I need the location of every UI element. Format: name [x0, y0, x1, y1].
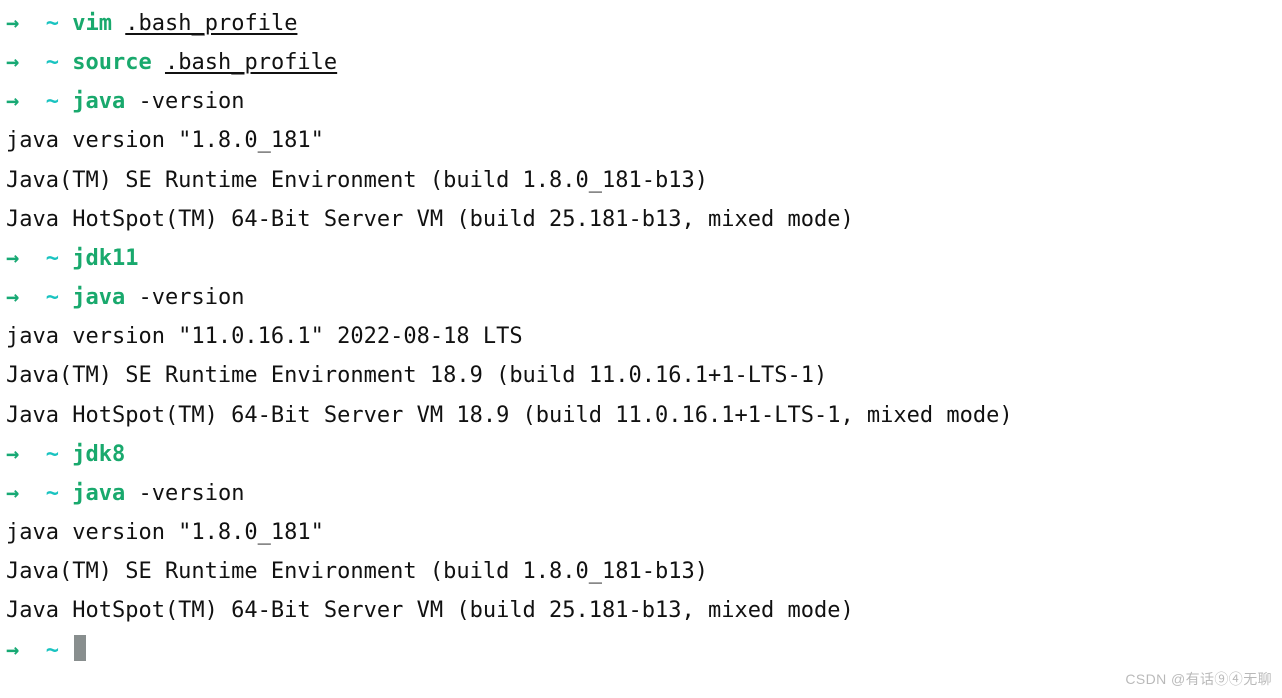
- cursor: [74, 635, 86, 661]
- prompt-line: → ~ java -version: [6, 474, 1276, 513]
- command-arg: .bash_profile: [125, 11, 297, 36]
- command-arg: -version: [138, 481, 244, 506]
- prompt-cwd: ~: [46, 50, 59, 75]
- prompt-line: → ~ java -version: [6, 278, 1276, 317]
- output-text: Java HotSpot(TM) 64-Bit Server VM 18.9 (…: [6, 403, 1013, 428]
- output-text: Java HotSpot(TM) 64-Bit Server VM (build…: [6, 598, 854, 623]
- prompt-arrow-icon: →: [6, 50, 19, 75]
- prompt-cwd: ~: [46, 285, 59, 310]
- output-text: java version "11.0.16.1" 2022-08-18 LTS: [6, 324, 523, 349]
- output-text: java version "1.8.0_181": [6, 128, 324, 153]
- prompt-line: → ~ source .bash_profile: [6, 43, 1276, 82]
- output-text: Java(TM) SE Runtime Environment 18.9 (bu…: [6, 363, 827, 388]
- prompt-line: → ~: [6, 631, 1276, 670]
- prompt-arrow-icon: →: [6, 442, 19, 467]
- output-line: java version "1.8.0_181": [6, 121, 1276, 160]
- output-text: Java HotSpot(TM) 64-Bit Server VM (build…: [6, 207, 854, 232]
- prompt-cwd: ~: [46, 638, 59, 663]
- watermark: CSDN @有话⑨④无聊: [1125, 667, 1272, 692]
- command-name: java: [72, 285, 125, 310]
- command-name: vim: [72, 11, 112, 36]
- prompt-arrow-icon: →: [6, 285, 19, 310]
- output-line: Java HotSpot(TM) 64-Bit Server VM (build…: [6, 200, 1276, 239]
- command-name: jdk8: [72, 442, 125, 467]
- output-text: java version "1.8.0_181": [6, 520, 324, 545]
- prompt-arrow-icon: →: [6, 89, 19, 114]
- command-name: source: [72, 50, 151, 75]
- terminal-output[interactable]: → ~ vim .bash_profile→ ~ source .bash_pr…: [6, 4, 1276, 670]
- prompt-line: → ~ java -version: [6, 82, 1276, 121]
- prompt-cwd: ~: [46, 246, 59, 271]
- prompt-arrow-icon: →: [6, 481, 19, 506]
- prompt-arrow-icon: →: [6, 638, 19, 663]
- prompt-cwd: ~: [46, 481, 59, 506]
- command-name: jdk11: [72, 246, 138, 271]
- command-arg: .bash_profile: [165, 50, 337, 75]
- output-line: Java(TM) SE Runtime Environment (build 1…: [6, 552, 1276, 591]
- prompt-line: → ~ vim .bash_profile: [6, 4, 1276, 43]
- prompt-cwd: ~: [46, 89, 59, 114]
- output-text: Java(TM) SE Runtime Environment (build 1…: [6, 559, 708, 584]
- prompt-line: → ~ jdk8: [6, 435, 1276, 474]
- prompt-arrow-icon: →: [6, 246, 19, 271]
- prompt-cwd: ~: [46, 442, 59, 467]
- prompt-arrow-icon: →: [6, 11, 19, 36]
- command-name: java: [72, 481, 125, 506]
- output-line: Java HotSpot(TM) 64-Bit Server VM 18.9 (…: [6, 396, 1276, 435]
- command-name: java: [72, 89, 125, 114]
- output-line: java version "1.8.0_181": [6, 513, 1276, 552]
- output-line: Java(TM) SE Runtime Environment (build 1…: [6, 161, 1276, 200]
- command-arg: -version: [138, 285, 244, 310]
- output-text: Java(TM) SE Runtime Environment (build 1…: [6, 168, 708, 193]
- output-line: Java(TM) SE Runtime Environment 18.9 (bu…: [6, 356, 1276, 395]
- output-line: Java HotSpot(TM) 64-Bit Server VM (build…: [6, 591, 1276, 630]
- prompt-cwd: ~: [46, 11, 59, 36]
- prompt-line: → ~ jdk11: [6, 239, 1276, 278]
- command-arg: -version: [138, 89, 244, 114]
- output-line: java version "11.0.16.1" 2022-08-18 LTS: [6, 317, 1276, 356]
